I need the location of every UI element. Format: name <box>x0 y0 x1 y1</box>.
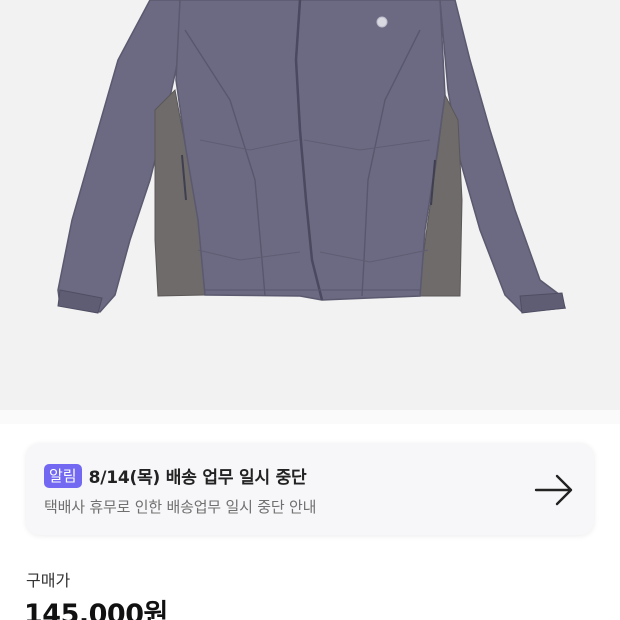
notice-title: 8/14(목) 배송 업무 일시 중단 <box>88 468 307 488</box>
product-detail-screen: 알림 8/14(목) 배송 업무 일시 중단 택배사 휴무로 인한 배송업무 일… <box>0 0 620 620</box>
product-image[interactable] <box>0 0 620 410</box>
price-label: 구매가 <box>26 571 71 590</box>
arrow-right-icon[interactable] <box>534 473 574 507</box>
notice-badge: 알림 <box>44 463 82 488</box>
delivery-notice-card[interactable]: 알림 8/14(목) 배송 업무 일시 중단 택배사 휴무로 인한 배송업무 일… <box>26 443 594 535</box>
notice-header: 알림 8/14(목) 배송 업무 일시 중단 <box>44 463 307 488</box>
price-value: 145,000원 <box>24 599 168 620</box>
section-divider <box>0 410 620 424</box>
jacket-illustration <box>57 0 567 314</box>
notice-subtitle: 택배사 휴무로 인한 배송업무 일시 중단 안내 <box>44 498 317 516</box>
